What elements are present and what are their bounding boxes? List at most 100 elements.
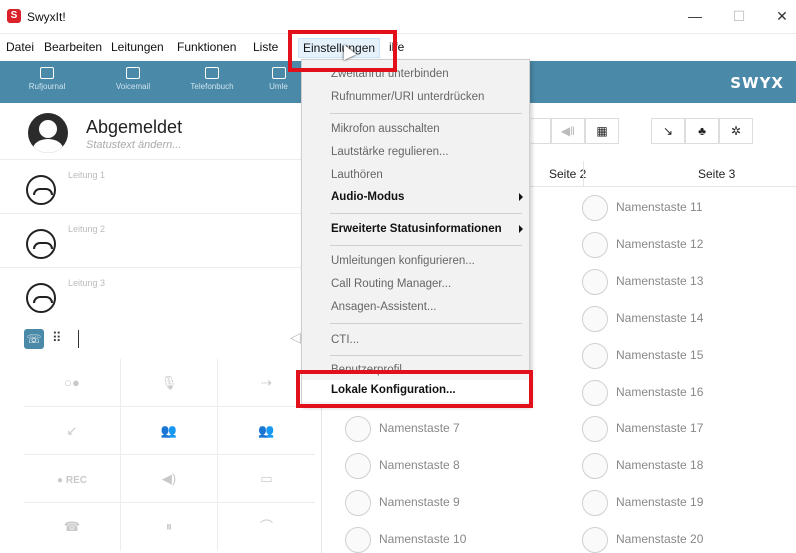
name-key-label: Namenstaste 18 <box>616 458 704 472</box>
line-3[interactable]: Leitung 3 <box>0 267 322 321</box>
tab-seite-2[interactable]: Seite 2 <box>549 167 586 181</box>
record-label: ● REC <box>57 475 87 486</box>
contact-circle-icon <box>345 527 371 553</box>
name-key-label: Namenstaste 10 <box>379 532 467 546</box>
menubar: Datei Bearbeiten Leitungen Funktionen Li… <box>0 37 796 59</box>
contact-circle-icon <box>582 380 608 406</box>
menu-datei[interactable]: Datei <box>6 40 34 54</box>
name-key-label: Namenstaste 11 <box>616 200 703 214</box>
name-key-label: Namenstaste 20 <box>616 532 704 546</box>
menu-liste[interactable]: Liste <box>253 40 278 54</box>
phone-icon[interactable]: ↘ <box>651 118 685 144</box>
name-key[interactable]: Namenstaste 16 <box>582 377 782 407</box>
einstellungen-menu: Zweitanruf unterbinden Rufnummer/URI unt… <box>301 59 530 406</box>
microphone-button[interactable]: 🎙 <box>121 359 218 407</box>
hold-button[interactable]: ⏸ <box>121 503 218 551</box>
handset-icon <box>26 229 56 259</box>
menu-item-umleitungen[interactable]: Umleitungen konfigurieren... <box>302 251 529 273</box>
name-key-label: Namenstaste 7 <box>379 421 460 435</box>
name-key[interactable]: Namenstaste 9 <box>345 487 545 517</box>
record-button[interactable]: ● REC <box>24 455 121 503</box>
handset-icon <box>26 283 56 313</box>
clear-icon[interactable]: ◁ <box>290 329 301 346</box>
name-key[interactable]: Namenstaste 17 <box>582 413 782 443</box>
name-key-label: Namenstaste 13 <box>616 274 704 288</box>
menu-item-cti[interactable]: CTI... <box>302 330 529 352</box>
keypad-icon[interactable]: ⠿ <box>52 330 62 346</box>
menu-item-label: Call Routing Manager... <box>331 278 452 290</box>
menu-item-mikrofon[interactable]: Mikrofon ausschalten <box>302 119 529 141</box>
tab-seite-3[interactable]: Seite 3 <box>698 167 735 181</box>
name-key[interactable]: Namenstaste 18 <box>582 450 782 480</box>
menu-item-lauthoeren[interactable]: Lauthören <box>302 165 529 187</box>
conference-button[interactable]: ○● <box>24 359 121 407</box>
call-pickup-button[interactable]: ↙ <box>24 407 121 455</box>
toolbar-partial-button[interactable] <box>531 118 551 144</box>
handset-icon <box>26 175 56 205</box>
name-key[interactable]: Namenstaste 10 <box>345 524 545 553</box>
toolbar-voicemail-button[interactable]: Voicemail <box>98 64 168 91</box>
name-key[interactable]: Namenstaste 15 <box>582 340 782 370</box>
name-key[interactable]: Namenstaste 20 <box>582 524 782 553</box>
calculator-icon[interactable]: ▦ <box>585 118 619 144</box>
dial-input[interactable] <box>78 330 79 348</box>
close-button[interactable]: ✕ <box>770 6 794 26</box>
menu-item-erweiterte-status[interactable]: Erweiterte Statusinformationen <box>302 219 529 241</box>
maximize-button[interactable]: ☐ <box>727 6 751 26</box>
name-key[interactable]: Namenstaste 11 <box>582 192 782 222</box>
toolbar-telefonbuch-button[interactable]: Telefonbuch <box>177 64 247 91</box>
lock-icon[interactable]: ♣ <box>685 118 719 144</box>
speaker-button[interactable]: ◀) <box>121 455 218 503</box>
page-tab-divider <box>583 161 584 187</box>
app-logo-icon: S <box>7 9 21 23</box>
line-1[interactable]: Leitung 1 <box>0 159 322 213</box>
menu-bearbeiten[interactable]: Bearbeiten <box>44 40 102 54</box>
menu-item-call-routing[interactable]: Call Routing Manager... <box>302 274 529 296</box>
menu-item-ansagen[interactable]: Ansagen-Assistent... <box>302 297 529 319</box>
menu-separator <box>330 113 522 114</box>
phonebook-icon <box>205 67 219 79</box>
menu-funktionen[interactable]: Funktionen <box>177 40 236 54</box>
menu-item-label: Ansagen-Assistent... <box>331 301 437 313</box>
menu-item-lautstaerke[interactable]: Lautstärke regulieren... <box>302 142 529 164</box>
line-2[interactable]: Leitung 2 <box>0 213 322 267</box>
line-label: Leitung 2 <box>68 224 106 234</box>
settings-tool-icon[interactable]: ✲ <box>719 118 753 144</box>
dial-mode-icon[interactable]: ☏ <box>24 329 44 349</box>
contact-circle-icon <box>345 416 371 442</box>
menu-leitungen[interactable]: Leitungen <box>111 40 164 54</box>
minimize-button[interactable]: — <box>683 6 707 26</box>
call-button[interactable]: ☎ <box>24 503 121 551</box>
menu-item-rufnummer[interactable]: Rufnummer/URI unterdrücken <box>302 87 529 109</box>
menu-item-label: Mikrofon ausschalten <box>331 123 440 135</box>
name-key[interactable]: Namenstaste 14 <box>582 303 782 333</box>
contact-circle-icon <box>582 453 608 479</box>
name-key-label: Namenstaste 14 <box>616 311 704 325</box>
left-panel: Abgemeldet Statustext ändern... Leitung … <box>0 103 322 553</box>
avatar[interactable] <box>28 113 68 153</box>
group-button[interactable]: 👥 <box>218 407 315 455</box>
name-key-label: Namenstaste 17 <box>616 421 704 435</box>
mute-icon[interactable]: ◀‖ <box>551 118 585 144</box>
name-key[interactable]: Namenstaste 13 <box>582 266 782 296</box>
name-key[interactable]: Namenstaste 19 <box>582 487 782 517</box>
toolbar-rufjournal-button[interactable]: Rufjournal <box>12 64 82 91</box>
menu-item-audio-modus[interactable]: Audio-Modus <box>302 187 529 209</box>
menu-item-label: Lauthören <box>331 169 383 181</box>
status-text-input[interactable]: Statustext ändern... <box>86 139 181 151</box>
brand-logo: SWYX <box>730 74 784 92</box>
name-key-label: Namenstaste 19 <box>616 495 704 509</box>
hangup-button[interactable]: ⌒ <box>218 503 315 551</box>
name-key[interactable]: Namenstaste 7 <box>345 413 545 443</box>
name-key[interactable]: Namenstaste 12 <box>582 229 782 259</box>
transfer-button[interactable]: 👥 <box>121 407 218 455</box>
name-key-label: Namenstaste 16 <box>616 385 704 399</box>
toolbar-label: Voicemail <box>115 82 151 91</box>
status-name[interactable]: Abgemeldet <box>86 117 182 138</box>
video-button[interactable]: ▭ <box>218 455 315 503</box>
name-key[interactable]: Namenstaste 8 <box>345 450 545 480</box>
name-key-label: Namenstaste 15 <box>616 348 704 362</box>
menu-item-label: Audio-Modus <box>331 191 405 203</box>
menu-item-label: CTI... <box>331 334 360 346</box>
submenu-arrow-icon <box>519 225 523 233</box>
